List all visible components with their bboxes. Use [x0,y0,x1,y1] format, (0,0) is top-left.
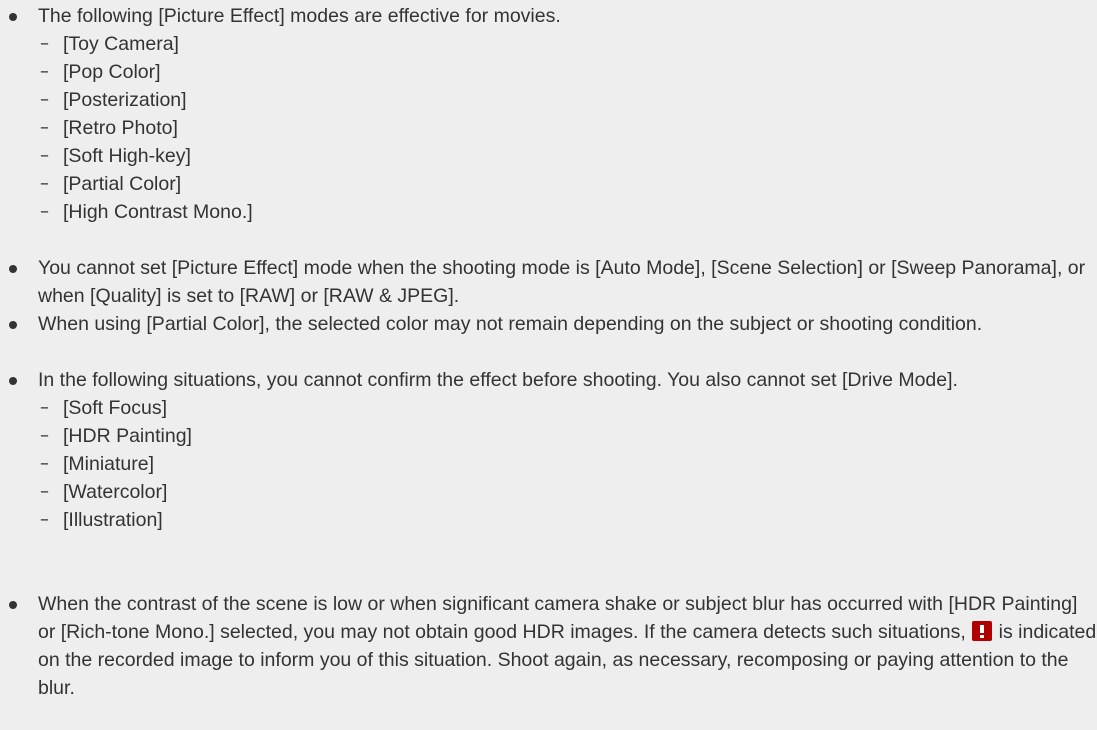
note-item-no-preview: In the following situations, you cannot … [0,366,1097,534]
sub-item: – [Illustration] [38,506,1097,534]
sub-item-label: [Soft Focus] [63,397,168,419]
dash-icon: – [40,425,49,446]
sub-item: – [Watercolor] [38,478,1097,506]
notes-list: The following [Picture Effect] modes are… [0,0,1097,730]
bullet-icon [9,321,17,329]
sub-item: – [Toy Camera] [38,30,1097,58]
sub-item-label: [Partial Color] [63,173,182,195]
sub-item-label: [Retro Photo] [63,117,178,139]
dash-icon: – [40,173,49,194]
sub-item-label: [Posterization] [63,89,187,111]
sub-item: – [Partial Color] [38,170,1097,198]
sub-item-label: [Toy Camera] [63,33,179,55]
note-text: The following [Picture Effect] modes are… [38,5,561,27]
note-item-movie-effects: The following [Picture Effect] modes are… [0,2,1097,226]
sub-item: – [Soft High-key] [38,142,1097,170]
note-text: In the following situations, you cannot … [38,369,958,391]
sub-item: – [Posterization] [38,86,1097,114]
dash-icon: – [40,61,49,82]
note-item-shooting-mode: You cannot set [Picture Effect] mode whe… [0,254,1097,310]
sub-list: – [Toy Camera] – [Pop Color] – [Posterizati… [38,30,1097,226]
dash-icon: – [40,453,49,474]
warning-exclamation-icon [972,621,993,641]
sub-item-label: [Illustration] [63,509,163,531]
sub-item-label: [Miniature] [63,453,155,475]
bullet-icon [9,601,17,609]
sub-list: – [Soft Focus] – [HDR Painting] – [Miniatur… [38,394,1097,534]
dash-icon: – [40,201,49,222]
bullet-icon [9,265,17,273]
dash-icon: – [40,145,49,166]
sub-item-label: [Soft High-key] [63,145,191,167]
note-text: When the contrast of the scene is low or… [38,593,1096,699]
sub-item: – [Retro Photo] [38,114,1097,142]
dash-icon: – [40,509,49,530]
dash-icon: – [40,33,49,54]
sub-item: – [HDR Painting] [38,422,1097,450]
bullet-icon [9,377,17,385]
dash-icon: – [40,481,49,502]
note-item-partial-color: When using [Partial Color], the selected… [0,310,1097,338]
sub-item-label: [Watercolor] [63,481,168,503]
bullet-icon [9,13,17,21]
note-text: You cannot set [Picture Effect] mode whe… [38,257,1086,307]
sub-item: – [Pop Color] [38,58,1097,86]
sub-item-label: [High Contrast Mono.] [63,201,253,223]
note-item-hdr-warning: When the contrast of the scene is low or… [0,590,1097,702]
dash-icon: – [40,117,49,138]
sub-item-label: [Pop Color] [63,61,161,83]
note-text: When using [Partial Color], the selected… [38,313,983,335]
sub-item: – [High Contrast Mono.] [38,198,1097,226]
dash-icon: – [40,89,49,110]
sub-item: – [Miniature] [38,450,1097,478]
dash-icon: – [40,397,49,418]
note-text-before-icon: When the contrast of the scene is low or… [38,593,1078,643]
sub-item: – [Soft Focus] [38,394,1097,422]
sub-item-label: [HDR Painting] [63,425,192,447]
